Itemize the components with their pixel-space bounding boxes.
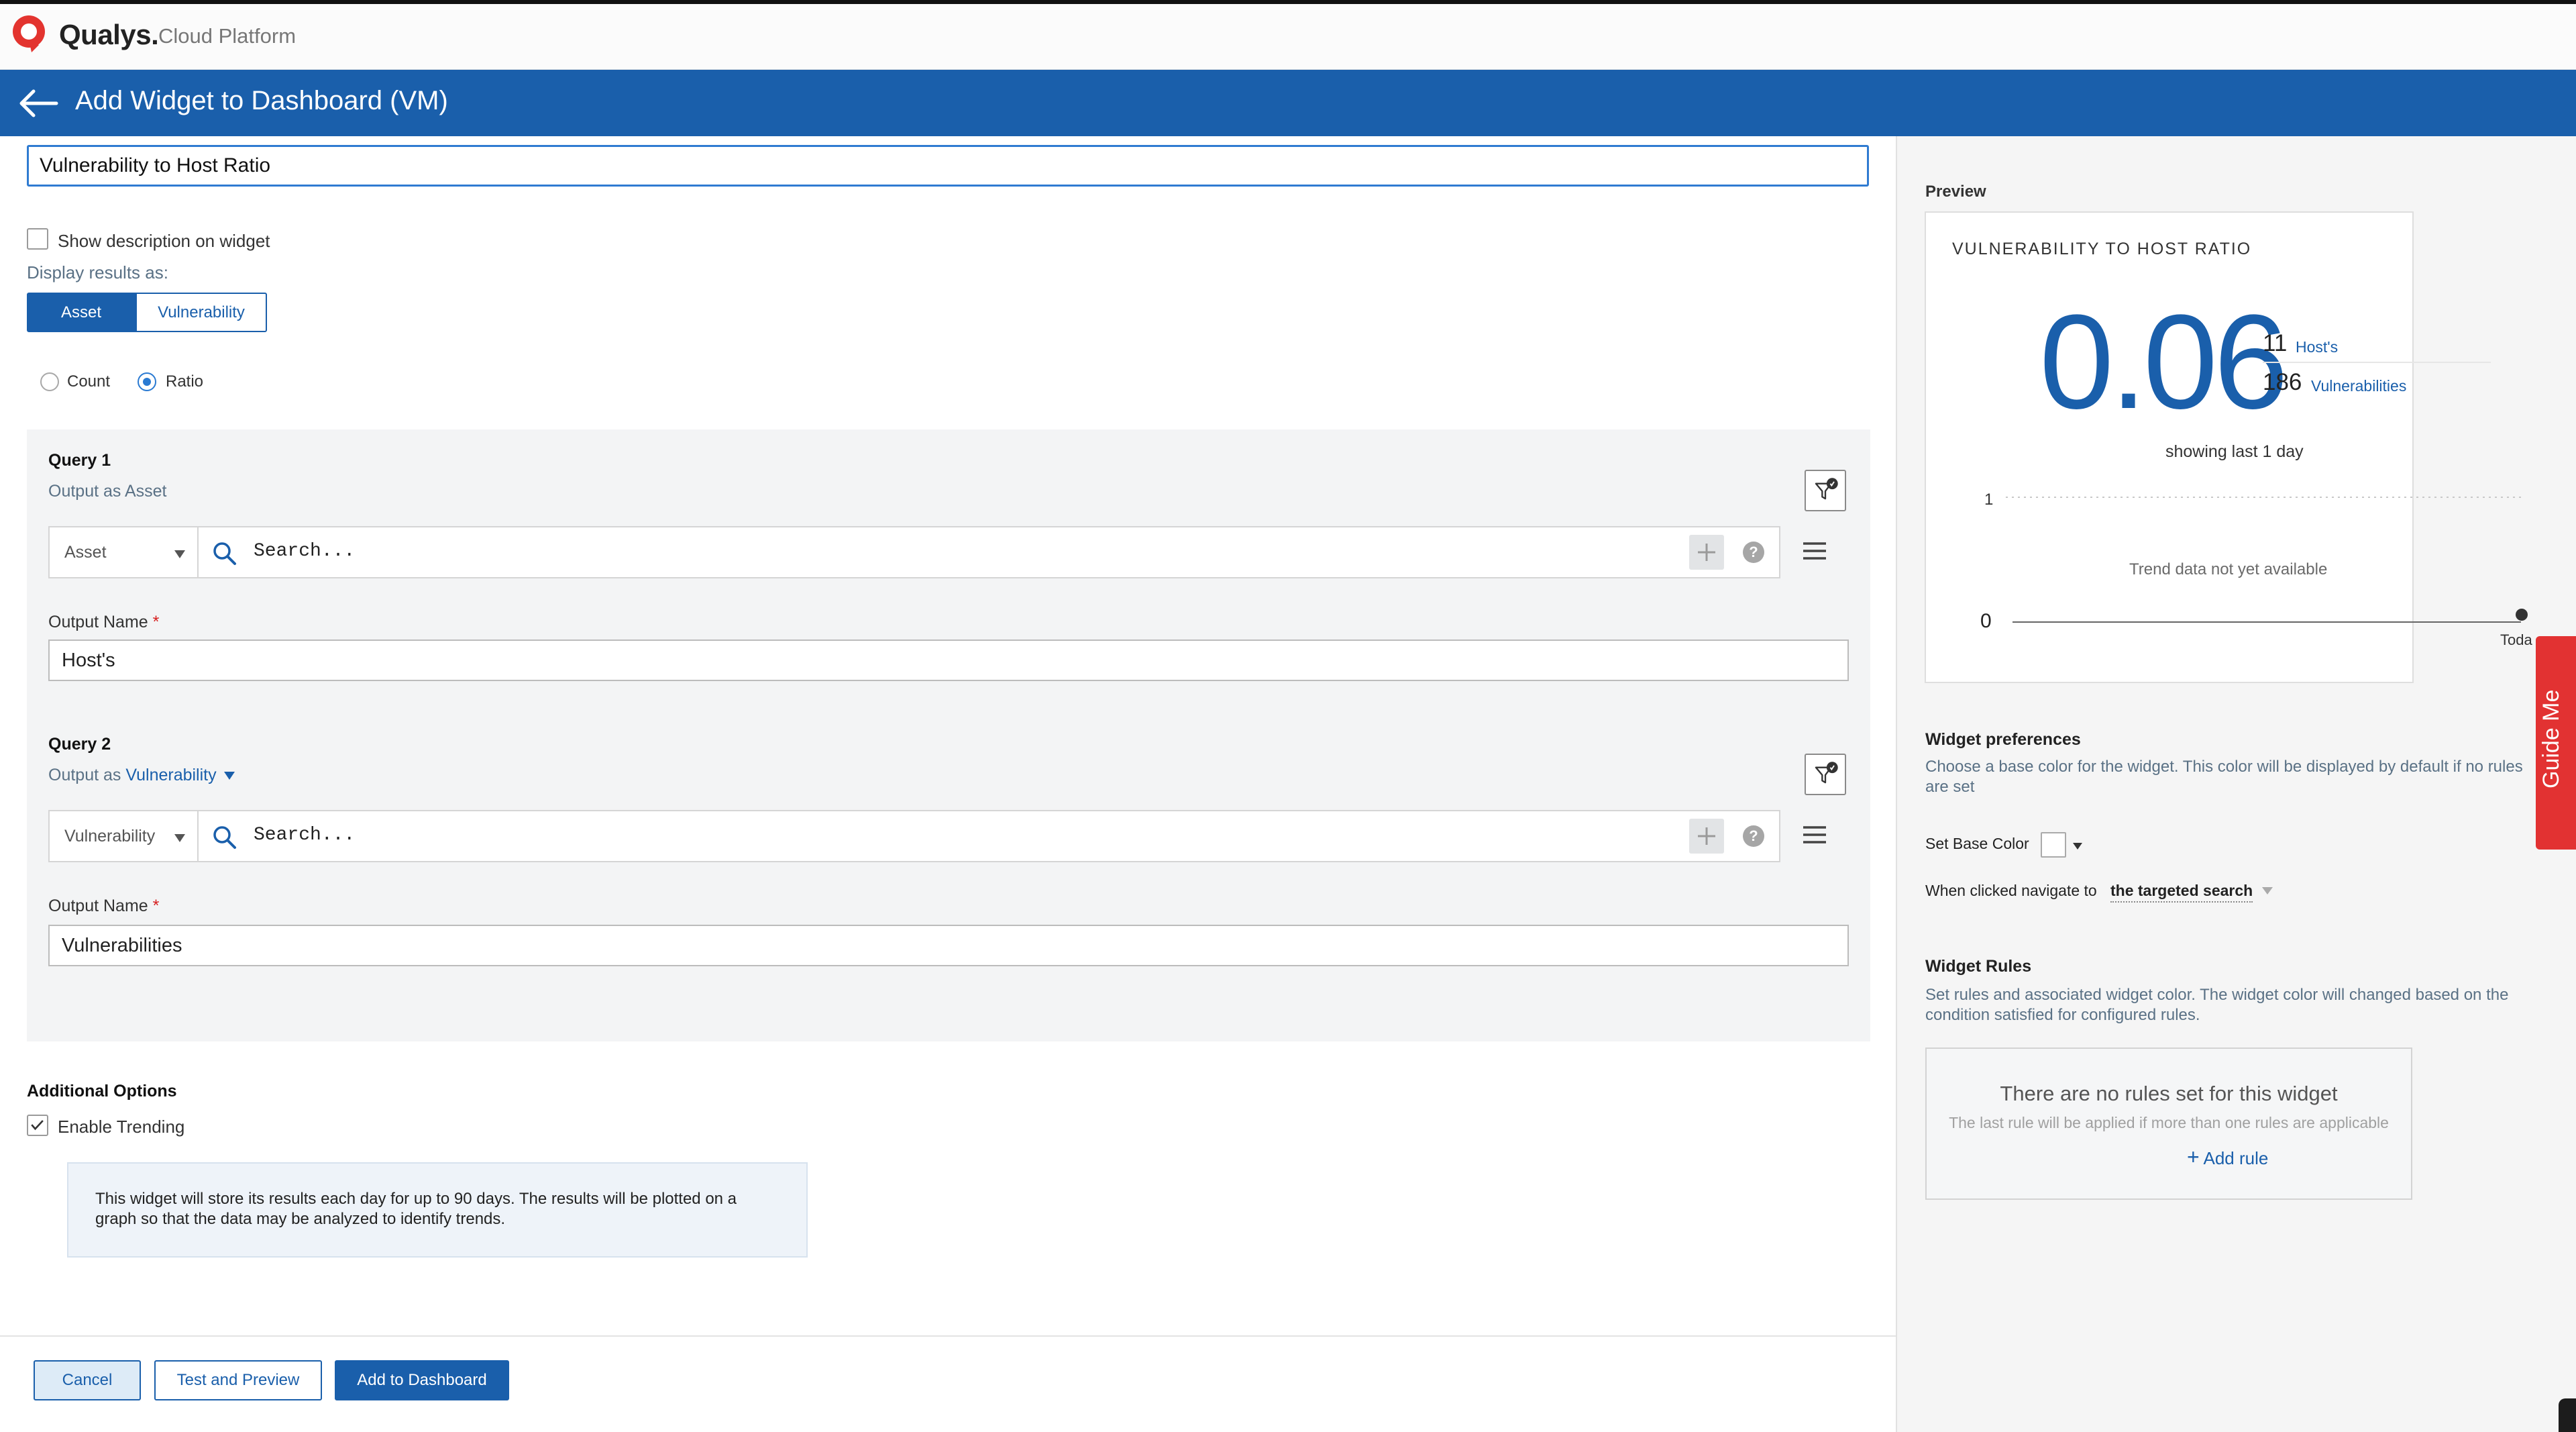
base-color-label: Set Base Color xyxy=(1925,835,2029,852)
chevron-down-icon xyxy=(174,550,185,558)
filter-icon xyxy=(1815,762,1838,784)
query-2-add-button[interactable] xyxy=(1689,819,1724,854)
page-title: Add Widget to Dashboard (VM) xyxy=(75,86,448,115)
base-color-swatch[interactable] xyxy=(2041,832,2066,858)
plus-icon xyxy=(1698,827,1715,845)
menu-icon[interactable] xyxy=(1803,542,1826,560)
navigate-target-select[interactable]: the targeted search xyxy=(2110,882,2253,903)
enable-trending-checkbox[interactable] xyxy=(27,1115,48,1136)
help-icon[interactable]: ? xyxy=(1743,542,1764,563)
display-vulnerability-toggle[interactable]: Vulnerability xyxy=(136,293,267,332)
filter-icon xyxy=(1815,478,1838,500)
query-2-title: Query 2 xyxy=(48,735,111,754)
footer-divider xyxy=(0,1335,1896,1337)
help-icon[interactable]: ? xyxy=(1743,825,1764,847)
navigate-label: When clicked navigate to xyxy=(1925,882,2097,899)
widget-preferences-description: Choose a base color for the widget. This… xyxy=(1925,758,2523,796)
widget-card-title: VULNERABILITY TO HOST RATIO xyxy=(1952,240,2252,258)
search-icon xyxy=(213,826,236,849)
query-2-type-value: Vulnerability xyxy=(64,826,156,846)
trend-grid-line xyxy=(2006,497,2522,498)
show-description-checkbox[interactable] xyxy=(27,228,48,250)
plus-icon: + xyxy=(2187,1145,2200,1169)
additional-options-heading: Additional Options xyxy=(27,1082,177,1101)
ratio-value: 0.06 xyxy=(2039,287,2288,437)
query-1-search-box[interactable]: Search... ? xyxy=(199,526,1780,578)
ratio-radio[interactable] xyxy=(138,372,156,391)
query-1-output-as: Output as Asset xyxy=(48,482,167,501)
query-1-type-select[interactable]: Asset xyxy=(48,526,199,578)
corner-element xyxy=(2559,1398,2576,1432)
chevron-down-icon[interactable] xyxy=(223,772,235,780)
vulnerabilities-count: 186 xyxy=(2263,369,2302,395)
trend-axis-top-label: 1 xyxy=(1984,491,1994,509)
chevron-down-icon[interactable] xyxy=(2262,887,2273,894)
no-rules-title: There are no rules set for this widget xyxy=(2000,1082,2338,1105)
top-bar xyxy=(0,0,2576,70)
menu-icon[interactable] xyxy=(1803,826,1826,843)
add-to-dashboard-button[interactable]: Add to Dashboard xyxy=(335,1360,509,1400)
add-rule-label: Add rule xyxy=(2203,1148,2269,1168)
trending-info-box: This widget will store its results each … xyxy=(67,1162,808,1258)
count-radio[interactable] xyxy=(40,372,59,391)
trend-today-label: Toda xyxy=(2500,631,2532,648)
chevron-down-icon xyxy=(174,834,185,842)
query-1-search-placeholder[interactable]: Search... xyxy=(254,541,355,562)
trend-empty-message: Trend data not yet available xyxy=(2129,560,2328,578)
no-rules-note: The last rule will be applied if more th… xyxy=(1949,1114,2389,1131)
back-arrow-icon[interactable] xyxy=(17,87,59,119)
show-description-label: Show description on widget xyxy=(58,231,270,251)
display-asset-toggle[interactable]: Asset xyxy=(27,293,136,332)
vulnerabilities-label: Vulnerabilities xyxy=(2311,377,2407,395)
display-results-label: Display results as: xyxy=(27,262,168,283)
checkmark-icon xyxy=(31,1120,44,1131)
cancel-button[interactable]: Cancel xyxy=(34,1360,141,1400)
query-1-type-value: Asset xyxy=(64,542,107,562)
hosts-label: Host's xyxy=(2296,338,2339,356)
chevron-down-icon[interactable] xyxy=(2073,843,2082,850)
trend-axis-bottom-label: 0 xyxy=(1980,610,1992,632)
ratio-label: Ratio xyxy=(166,372,204,391)
plus-icon xyxy=(1698,544,1715,561)
query-2-type-select[interactable]: Vulnerability xyxy=(48,810,199,862)
brand-name: Qualys. xyxy=(59,19,159,50)
trend-point xyxy=(2516,609,2528,621)
add-rule-link[interactable]: + Add rule xyxy=(2187,1145,2268,1170)
qualys-logo-icon xyxy=(13,15,45,52)
query-2-filter-button[interactable] xyxy=(1805,754,1846,795)
query-1-output-name-input[interactable]: Host's xyxy=(48,640,1849,681)
widget-rules-heading: Widget Rules xyxy=(1925,957,2032,976)
query-2-search-placeholder[interactable]: Search... xyxy=(254,825,355,846)
page-header: Add Widget to Dashboard (VM) xyxy=(0,70,2576,136)
brand-subtitle: Cloud Platform xyxy=(158,24,297,48)
search-icon xyxy=(213,542,236,565)
query-1-output-name-label: Output Name * xyxy=(48,613,160,631)
test-and-preview-button[interactable]: Test and Preview xyxy=(154,1360,322,1400)
query-2-output-name-input[interactable]: Vulnerabilities xyxy=(48,925,1849,966)
stat-divider xyxy=(2263,362,2491,363)
widget-preferences-heading: Widget preferences xyxy=(1925,730,2081,749)
query-2-output-as: Output as Vulnerability xyxy=(48,766,235,785)
query-2-output-name-label: Output Name * xyxy=(48,897,160,915)
widget-title-input[interactable] xyxy=(27,145,1869,187)
showing-period: showing last 1 day xyxy=(2165,442,2304,461)
query-1-filter-button[interactable] xyxy=(1805,470,1846,511)
trend-baseline xyxy=(2012,609,2528,623)
hosts-count: 11 xyxy=(2263,330,2288,356)
query-2-output-type-link[interactable]: Vulnerability xyxy=(125,766,216,784)
widget-rules-description: Set rules and associated widget color. T… xyxy=(1925,986,2509,1024)
query-1-add-button[interactable] xyxy=(1689,535,1724,570)
query-1-title: Query 1 xyxy=(48,451,111,470)
enable-trending-label: Enable Trending xyxy=(58,1117,185,1137)
count-label: Count xyxy=(67,372,111,391)
preview-heading: Preview xyxy=(1925,183,1986,201)
query-2-search-box[interactable]: Search... ? xyxy=(199,810,1780,862)
guide-me-label[interactable]: Guide Me xyxy=(2538,690,2565,788)
